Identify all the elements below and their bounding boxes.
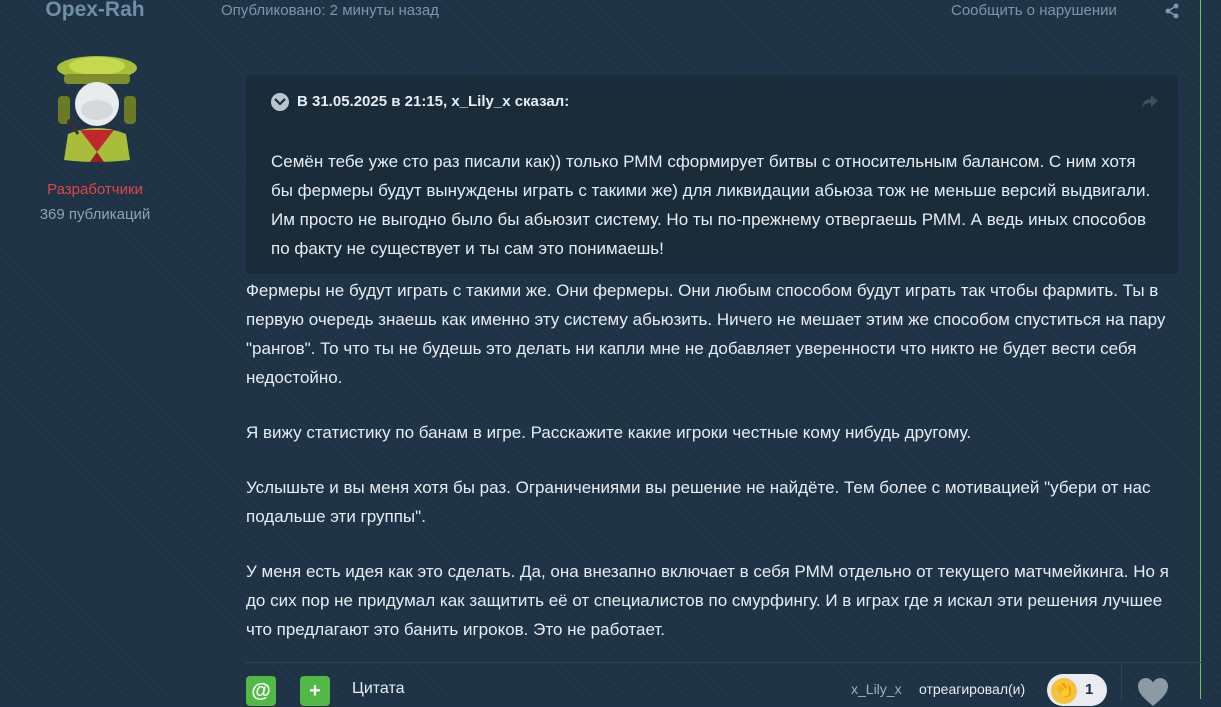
reactor-name-link[interactable]: x_Lily_x <box>851 681 902 697</box>
author-column: Opex-Rah Разработчики 369 публикаций <box>0 0 190 699</box>
report-link[interactable]: Сообщить о нарушении <box>951 2 1117 19</box>
footer-divider <box>246 662 1201 663</box>
reaction-count: 1 <box>1085 681 1094 698</box>
forum-post: Opex-Rah Разработчики 369 публикаций Опу… <box>0 0 1221 706</box>
post-paragraph: Фермеры не будут играть с такими же. Они… <box>246 281 1166 387</box>
page-edge-line <box>1200 0 1201 699</box>
published-time[interactable]: Опубликовано: 2 минуты назад <box>221 2 439 19</box>
heart-icon[interactable] <box>1136 677 1170 707</box>
chevron-down-icon[interactable] <box>271 93 289 111</box>
mention-button[interactable]: @ <box>246 676 276 706</box>
author-name-link[interactable]: Opex-Rah <box>0 0 190 22</box>
quote-citation[interactable]: В 31.05.2025 в 21:15, x_Lily_x сказал: <box>297 93 569 110</box>
reaction-summary[interactable]: 👏 1 <box>1047 674 1107 706</box>
forward-arrow-icon[interactable] <box>1140 93 1160 111</box>
quote-text: Семён тебе уже сто раз писали как)) толь… <box>271 152 1151 258</box>
post-paragraph: Я вижу статистику по банам в игре. Расск… <box>246 423 972 442</box>
share-icon[interactable] <box>1163 2 1181 20</box>
footer-separator <box>1121 664 1122 699</box>
avatar[interactable] <box>50 52 144 164</box>
author-role: Разработчики <box>47 181 143 198</box>
post-paragraph: Услышьте и вы меня хотя бы раз. Ограниче… <box>246 478 1151 526</box>
author-post-count: 369 публикаций <box>39 206 151 223</box>
multiquote-button[interactable]: + <box>300 676 330 706</box>
quote-button[interactable]: Цитата <box>352 680 405 698</box>
reacted-label: отреагировал(и) <box>919 681 1026 697</box>
post-paragraph: У меня есть идея как это сделать. Да, он… <box>246 562 1169 639</box>
quote-block: В 31.05.2025 в 21:15, x_Lily_x сказал: С… <box>246 75 1178 274</box>
clap-emoji-icon: 👏 <box>1051 678 1077 704</box>
